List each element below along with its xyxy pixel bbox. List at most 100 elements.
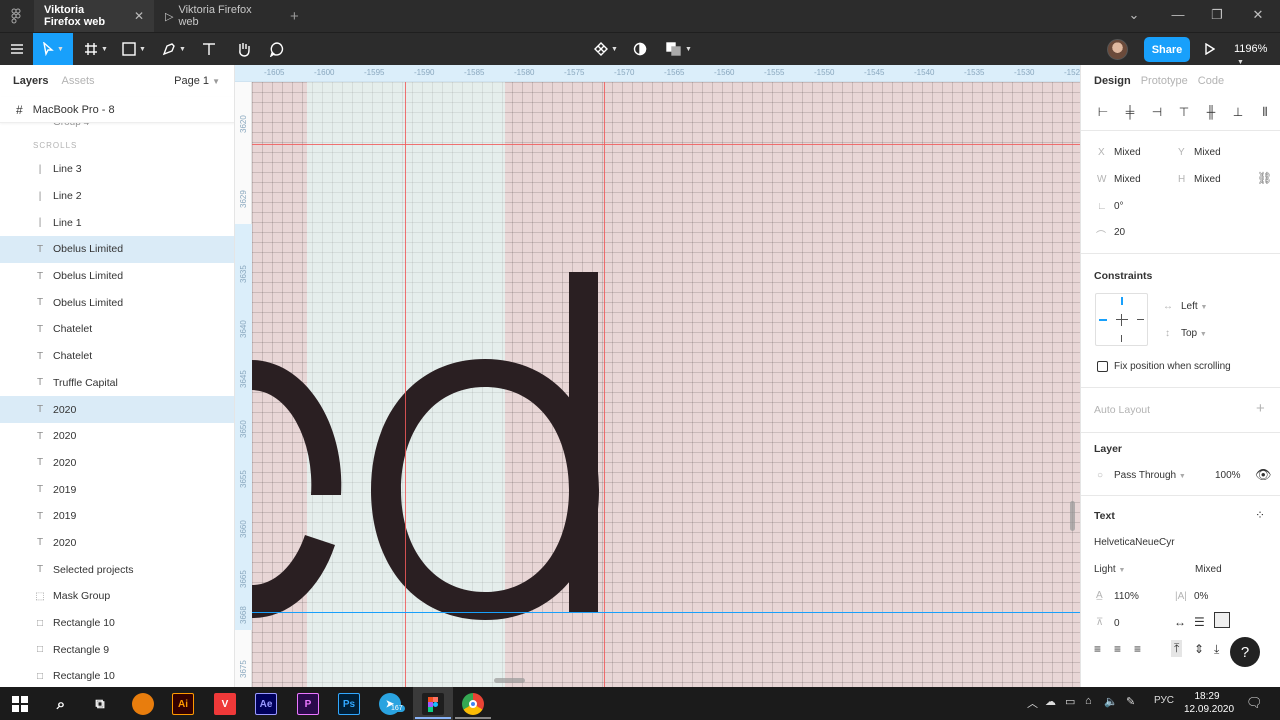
photoshop-icon[interactable]: Ps (338, 693, 360, 715)
move-tool-button[interactable]: ▼ (33, 33, 73, 65)
restore-icon[interactable]: ❐ (1207, 7, 1227, 23)
paragraph-spacing-input[interactable]: 0 (1114, 618, 1120, 629)
ruler-horizontal[interactable]: -1605 -1600 -1595 -1590 -1585 -1580 -1575 -1570… (235, 65, 1080, 82)
guide-horizontal[interactable] (252, 144, 1080, 145)
layer-item[interactable]: | Line 3 (0, 156, 234, 183)
tab-prototype[interactable]: ▷ Viktoria Firefox web (155, 0, 280, 32)
layer-item[interactable]: | Line 1 (0, 209, 234, 236)
h-input[interactable]: Mixed (1194, 174, 1221, 185)
font-family-select[interactable]: HelveticaNeueCyr (1094, 537, 1175, 548)
hand-tool-button[interactable] (231, 33, 255, 65)
font-weight-select[interactable]: Light ▼ (1094, 564, 1125, 575)
network-icon[interactable]: ⌂ (1085, 695, 1092, 707)
layer-item[interactable]: T 2019 (0, 476, 234, 503)
layer-item[interactable]: T 2020 (0, 423, 234, 450)
component-button[interactable]: ▼ (591, 33, 621, 65)
layer-item[interactable]: T 2019 (0, 503, 234, 530)
battery-icon[interactable]: ▭ (1065, 695, 1075, 708)
layer-item[interactable]: □ Rectangle 9 (0, 636, 234, 663)
minimize-icon[interactable]: — (1168, 7, 1188, 22)
vivaldi-icon[interactable]: V (214, 693, 236, 715)
text-tool-button[interactable] (197, 33, 221, 65)
font-size-input[interactable]: Mixed (1195, 564, 1222, 575)
page-selector[interactable]: Page 1 ▼ (174, 75, 220, 87)
guide-vertical[interactable] (405, 82, 406, 687)
volume-icon[interactable]: 🔈 (1104, 695, 1118, 708)
pen-tool-button[interactable]: ▼ (158, 33, 190, 65)
after-effects-icon[interactable]: Ae (255, 693, 277, 715)
blender-icon[interactable] (132, 693, 154, 715)
corner-radius-input[interactable]: 20 (1114, 227, 1125, 238)
new-tab-button[interactable]: + (290, 8, 299, 25)
search-icon[interactable]: ⌕ (50, 693, 72, 715)
tab-layers[interactable]: Layers (13, 75, 48, 87)
fixed-size-icon[interactable] (1214, 612, 1230, 628)
tab-design[interactable]: Design (1094, 75, 1131, 87)
auto-width-icon[interactable]: ↔ (1174, 615, 1186, 629)
canvas[interactable]: -1605 -1600 -1595 -1590 -1585 -1580 -1575 -1570… (235, 65, 1080, 687)
tab-code[interactable]: Code (1198, 75, 1224, 87)
task-view-icon[interactable]: ⧉ (89, 693, 111, 715)
clock[interactable]: 18:29 12.09.2020 (1184, 690, 1234, 716)
eye-icon[interactable]: 👁 (1255, 467, 1272, 483)
align-center-v-icon[interactable]: ╫ (1202, 103, 1220, 121)
align-text-left-icon[interactable]: ≡ (1094, 642, 1101, 656)
align-center-h-icon[interactable]: ╪ (1121, 103, 1139, 121)
constrain-proportions-icon[interactable]: ⛓ (1257, 171, 1272, 185)
layer-item[interactable]: T 2020 (0, 396, 234, 423)
layer-item[interactable]: □ Rectangle 10 (0, 610, 234, 637)
add-auto-layout-icon[interactable]: + (1256, 400, 1265, 417)
present-button[interactable] (1202, 33, 1218, 65)
align-top-text-icon[interactable]: ⤒ (1171, 640, 1183, 657)
help-button[interactable]: ? (1230, 637, 1260, 667)
align-text-right-icon[interactable]: ≡ (1134, 642, 1141, 656)
guide-vertical[interactable] (604, 82, 605, 687)
auto-height-icon[interactable]: ☰ (1194, 615, 1205, 629)
layer-item[interactable]: T Obelus Limited (0, 236, 234, 263)
align-bottom-text-icon[interactable]: ⤓ (1214, 642, 1219, 657)
layer-item[interactable]: □ Rectangle 10 (0, 663, 234, 687)
rotation-input[interactable]: 0° (1114, 201, 1124, 212)
vertical-scrollbar[interactable] (1070, 501, 1075, 531)
layer-item[interactable]: ⬚ Mask Group (0, 583, 234, 610)
align-right-icon[interactable]: ⊣ (1148, 103, 1166, 121)
frame-tool-button[interactable]: ▼ (80, 33, 112, 65)
windows-icon[interactable] (9, 693, 31, 715)
pen-icon[interactable]: ✎ (1126, 695, 1135, 708)
layer-item[interactable]: T Chatelet (0, 316, 234, 343)
illustrator-icon[interactable]: Ai (172, 693, 194, 715)
tray-expand-icon[interactable]: ︿ (1027, 695, 1038, 711)
menu-icon[interactable] (6, 33, 28, 65)
chrome-icon[interactable] (462, 693, 484, 715)
constraints-widget[interactable] (1095, 293, 1148, 346)
share-button[interactable]: Share (1144, 37, 1190, 62)
opacity-input[interactable]: 100% (1215, 470, 1241, 481)
figma-logo-icon[interactable] (8, 8, 24, 24)
close-tab-icon[interactable]: ✕ (134, 9, 144, 23)
distribute-icon[interactable]: ⫴ (1256, 103, 1274, 121)
horizontal-scrollbar[interactable] (494, 678, 525, 683)
line-height-input[interactable]: 110% (1114, 591, 1139, 602)
align-left-icon[interactable]: ⊢ (1094, 103, 1112, 121)
mask-button[interactable] (630, 33, 650, 65)
w-input[interactable]: Mixed (1114, 174, 1141, 185)
frame-header[interactable]: # MacBook Pro - 8 (0, 97, 234, 123)
text-styles-icon[interactable]: ⁘ (1255, 508, 1265, 522)
x-input[interactable]: Mixed (1114, 147, 1141, 158)
language-indicator[interactable]: РУС (1154, 695, 1174, 706)
premiere-icon[interactable]: P (297, 693, 319, 715)
close-icon[interactable]: ✕ (1248, 7, 1268, 23)
cloud-icon[interactable]: ☁ (1045, 695, 1056, 708)
tab-assets[interactable]: Assets (61, 75, 94, 87)
horizontal-constraint-select[interactable]: Left ▼ (1181, 301, 1207, 312)
ruler-vertical[interactable]: 3620 3629 3635 3640 3645 3650 3655 3660 3665 3668… (235, 82, 252, 687)
align-top-icon[interactable]: ⊤ (1175, 103, 1193, 121)
vertical-constraint-select[interactable]: Top ▼ (1181, 328, 1207, 339)
layer-item[interactable]: T 2020 (0, 530, 234, 557)
letter-spacing-input[interactable]: 0% (1194, 591, 1208, 602)
layer-item[interactable]: T Selected projects (0, 556, 234, 583)
glyph-drawing[interactable] (235, 65, 1080, 687)
y-input[interactable]: Mixed (1194, 147, 1221, 158)
layer-item[interactable]: T Truffle Capital (0, 370, 234, 397)
notifications-icon[interactable]: 🗨 (1246, 695, 1263, 711)
